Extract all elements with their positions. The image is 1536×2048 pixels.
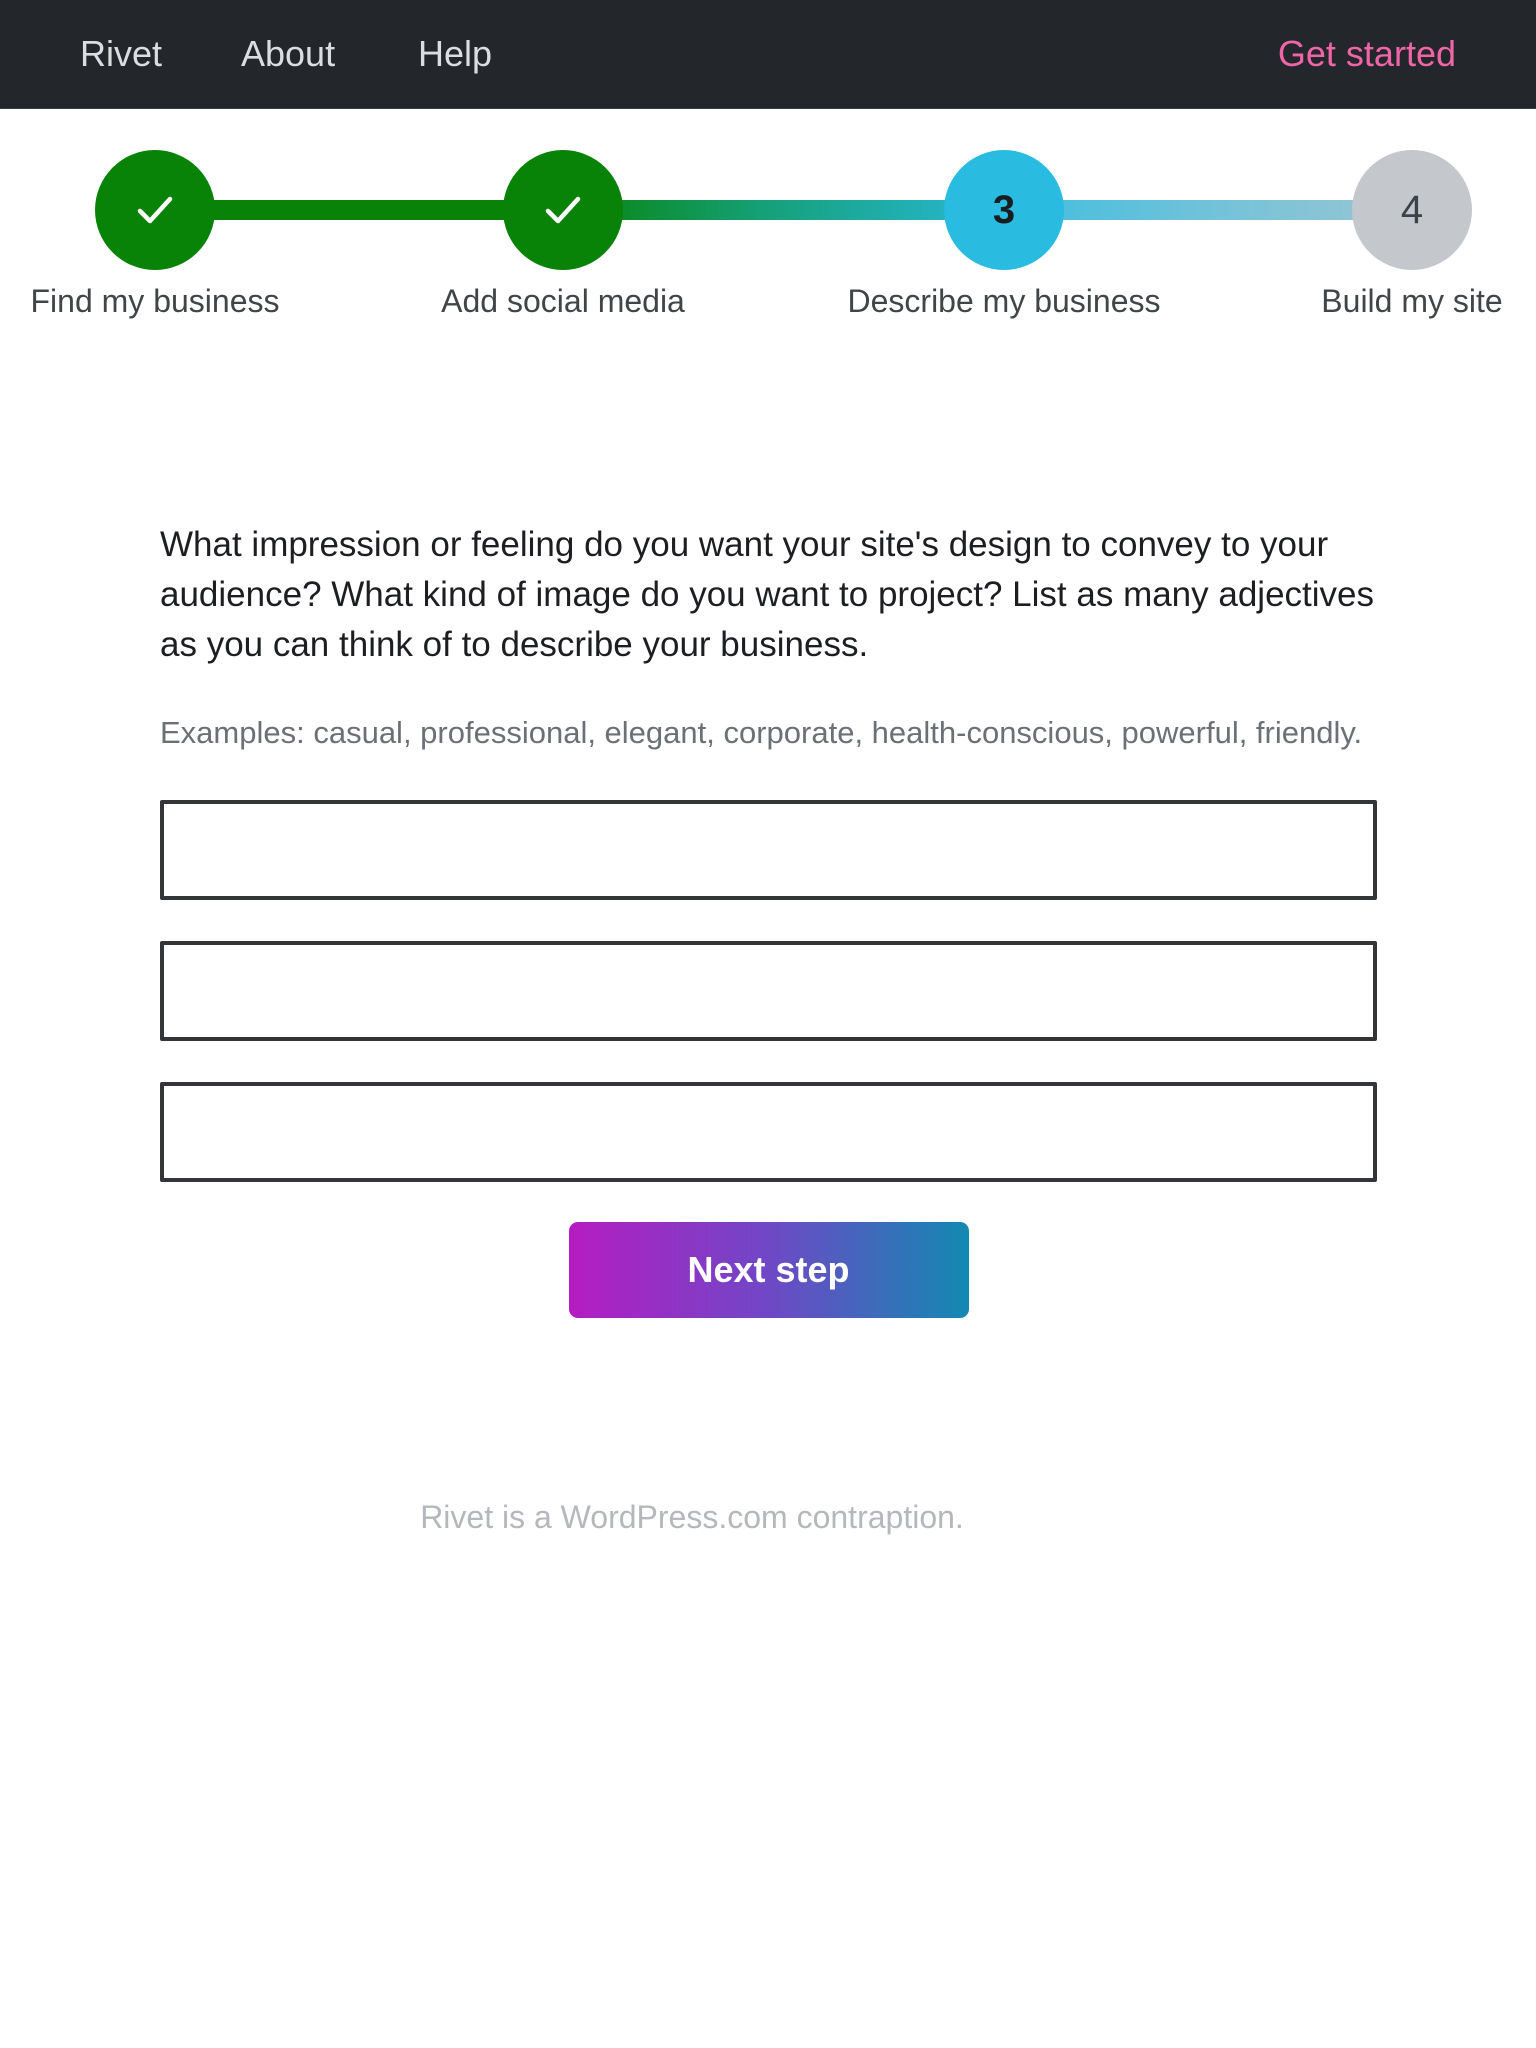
step-label-describe-my-business: Describe my business xyxy=(847,283,1161,319)
step-label-find-my-business: Find my business xyxy=(30,283,280,319)
adjective-input-3[interactable] xyxy=(160,1082,1377,1182)
progress-track-segment xyxy=(155,200,563,220)
check-icon xyxy=(545,196,581,224)
step-label-add-social-media: Add social media xyxy=(441,283,685,319)
step-label-build-my-site: Build my site xyxy=(1321,283,1503,319)
form-question: What impression or feeling do you want y… xyxy=(160,525,1375,664)
footer-text: Rivet is a WordPress.com contraption. xyxy=(420,1499,964,1535)
brand-link[interactable]: Rivet xyxy=(80,0,162,107)
step-number: 4 xyxy=(1400,188,1424,232)
adjective-input-1[interactable] xyxy=(160,800,1377,900)
step-3-indicator: 3 xyxy=(944,150,1064,270)
progress-track-segment xyxy=(563,200,1004,220)
nav-link-help[interactable]: Help xyxy=(418,0,492,107)
step-4-indicator: 4 xyxy=(1352,150,1472,270)
check-icon xyxy=(137,196,173,224)
form-examples-hint: Examples: casual, professional, elegant,… xyxy=(160,715,1363,750)
nav-link-about[interactable]: About xyxy=(241,0,335,107)
step-1-indicator xyxy=(95,150,215,270)
step-number: 3 xyxy=(992,188,1016,232)
describe-business-form: What impression or feeling do you want y… xyxy=(160,520,1377,1318)
adjective-input-2[interactable] xyxy=(160,941,1377,1041)
progress-track-segment xyxy=(1004,200,1412,220)
next-step-button[interactable]: Next step xyxy=(568,1222,969,1318)
get-started-link[interactable]: Get started xyxy=(1278,0,1456,107)
navbar: Rivet About Help Get started xyxy=(0,0,1536,109)
step-2-indicator xyxy=(503,150,623,270)
progress-stepper: 3 4 Find my business Add social media De… xyxy=(0,109,1536,339)
